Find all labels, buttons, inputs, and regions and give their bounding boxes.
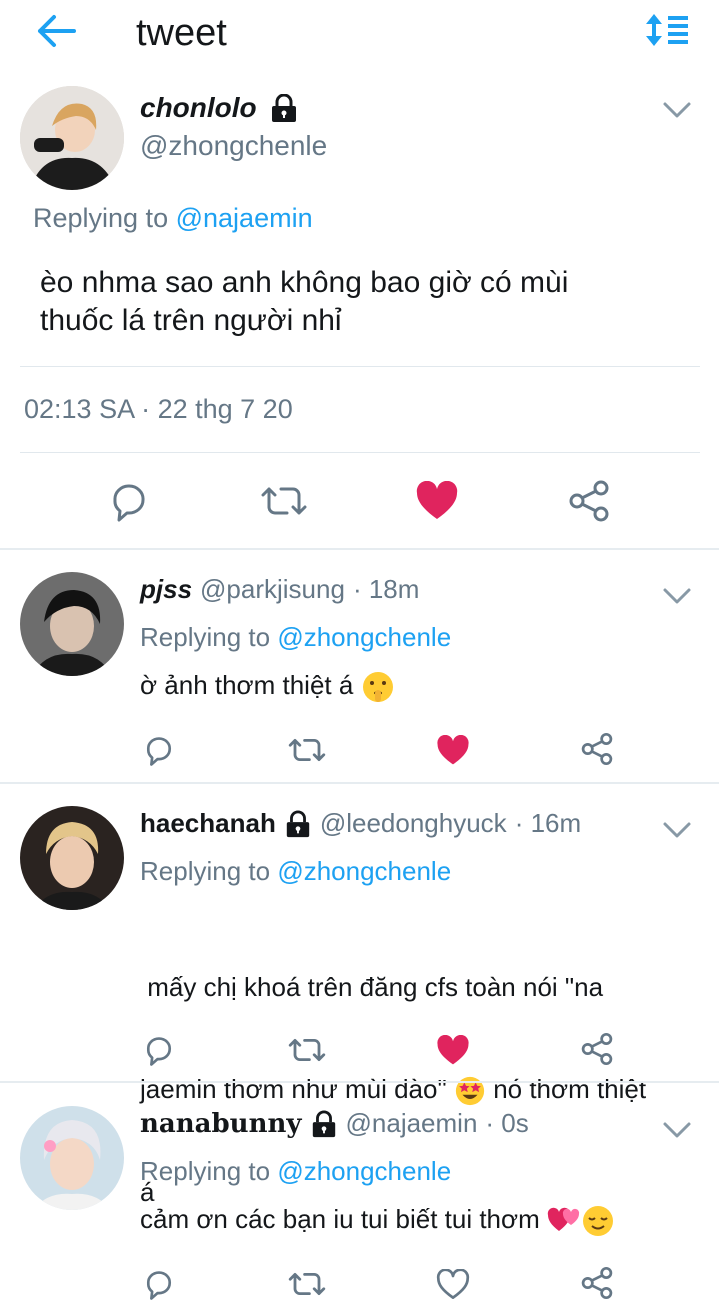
avatar[interactable]	[20, 572, 124, 676]
avatar[interactable]	[20, 86, 124, 190]
replying-to: Replying to @zhongchenle	[140, 622, 452, 652]
share-icon	[581, 732, 613, 766]
reply-header: haechanah @leedonghyuck · 16m	[140, 808, 581, 839]
user-handle[interactable]: @parkjisung	[200, 574, 345, 605]
avatar-image	[20, 572, 124, 676]
reply-time: · 18m	[352, 574, 420, 604]
sort-icon[interactable]	[644, 12, 690, 48]
user-handle[interactable]: @najaemin	[346, 1108, 478, 1139]
share-icon	[581, 1032, 613, 1066]
share-button[interactable]	[578, 730, 616, 768]
section-separator	[0, 782, 719, 784]
reply-button[interactable]	[106, 478, 152, 524]
display-name[interactable]: nanabunny	[140, 1109, 302, 1139]
reply-header: nanabunny @najaemin · 0s	[140, 1108, 529, 1139]
user-handle[interactable]: @leedonghyuck	[320, 808, 507, 839]
display-name[interactable]: haechanah	[140, 808, 276, 839]
heart-filled-icon	[437, 734, 469, 764]
chevron-down-icon[interactable]	[662, 100, 692, 120]
reply-icon	[147, 737, 171, 766]
share-button[interactable]	[566, 478, 612, 524]
retweet-icon	[288, 739, 326, 761]
retweet-button[interactable]	[286, 1266, 328, 1302]
timestamp: 02:13 SA · 22 thg 7 20	[24, 394, 293, 424]
like-button[interactable]	[414, 478, 460, 524]
two-hearts-emoji-icon	[547, 1207, 580, 1232]
lock-icon	[286, 809, 310, 837]
replying-to: Replying to @zhongchenle	[140, 856, 452, 886]
retweet-button[interactable]	[286, 1032, 328, 1068]
heart-filled-icon	[416, 481, 458, 519]
display-name[interactable]: chonlolo	[140, 92, 299, 124]
star-struck-emoji-icon	[455, 1077, 485, 1106]
relieved-face-emoji-icon	[582, 1206, 613, 1237]
share-button[interactable]	[578, 1264, 616, 1302]
reply-time: · 16m	[514, 808, 582, 838]
lock-icon	[271, 94, 296, 122]
retweet-icon	[288, 1273, 326, 1295]
like-button[interactable]	[434, 1032, 472, 1068]
section-separator	[0, 1081, 719, 1083]
top-bar: tweet	[0, 0, 719, 66]
replying-to: Replying to @zhongchenle	[140, 1156, 452, 1186]
avatar[interactable]	[20, 806, 124, 910]
avatar-image	[20, 86, 124, 190]
chevron-down-icon[interactable]	[662, 586, 692, 606]
retweet-icon	[288, 1039, 326, 1061]
reply-icon	[113, 484, 145, 522]
reply-button[interactable]	[140, 732, 178, 768]
divider	[20, 366, 700, 367]
reply-button[interactable]	[140, 1266, 178, 1302]
replying-to: Replying to @najaemin	[33, 203, 313, 233]
heart-filled-icon	[437, 1034, 469, 1064]
reply-icon	[147, 1271, 171, 1300]
tweet-text: cảm ơn các bạn iu tui biết tui thơm	[140, 1202, 700, 1238]
page-title: tweet	[136, 12, 227, 54]
like-button[interactable]	[434, 732, 472, 768]
lock-icon	[312, 1109, 335, 1137]
tweet-text: èo nhma sao anh không bao giờ có mùi thu…	[40, 266, 569, 337]
reply-target-link[interactable]: @zhongchenle	[277, 622, 451, 652]
reply-icon	[147, 1037, 171, 1066]
reply-button[interactable]	[140, 1032, 178, 1068]
tweet-text: ờ ảnh thơm thiệt á	[140, 668, 700, 704]
heart-outline-icon	[436, 1268, 470, 1299]
user-handle[interactable]: @zhongchenle	[140, 130, 327, 162]
retweet-icon	[261, 487, 307, 515]
arrow-left-icon[interactable]	[36, 14, 78, 48]
shushing-face-emoji-icon	[362, 672, 393, 703]
section-separator	[0, 548, 719, 550]
reply-time: · 0s	[485, 1108, 529, 1138]
share-button[interactable]	[578, 1030, 616, 1068]
reply-header: pjss @parkjisung · 18m	[140, 574, 419, 605]
chevron-down-icon[interactable]	[662, 1120, 692, 1140]
retweet-button[interactable]	[286, 732, 328, 768]
avatar[interactable]	[20, 1106, 124, 1210]
share-icon	[569, 480, 609, 522]
reply-target-link[interactable]: @najaemin	[176, 203, 313, 233]
reply-target-link[interactable]: @zhongchenle	[277, 856, 451, 886]
like-button[interactable]	[434, 1266, 472, 1302]
reply-target-link[interactable]: @zhongchenle	[277, 1156, 451, 1186]
divider	[20, 452, 700, 453]
display-name[interactable]: pjss	[140, 574, 192, 605]
share-icon	[581, 1266, 613, 1300]
retweet-button[interactable]	[258, 478, 310, 524]
avatar-image	[20, 806, 124, 910]
chevron-down-icon[interactable]	[662, 820, 692, 840]
avatar-image	[20, 1106, 124, 1210]
